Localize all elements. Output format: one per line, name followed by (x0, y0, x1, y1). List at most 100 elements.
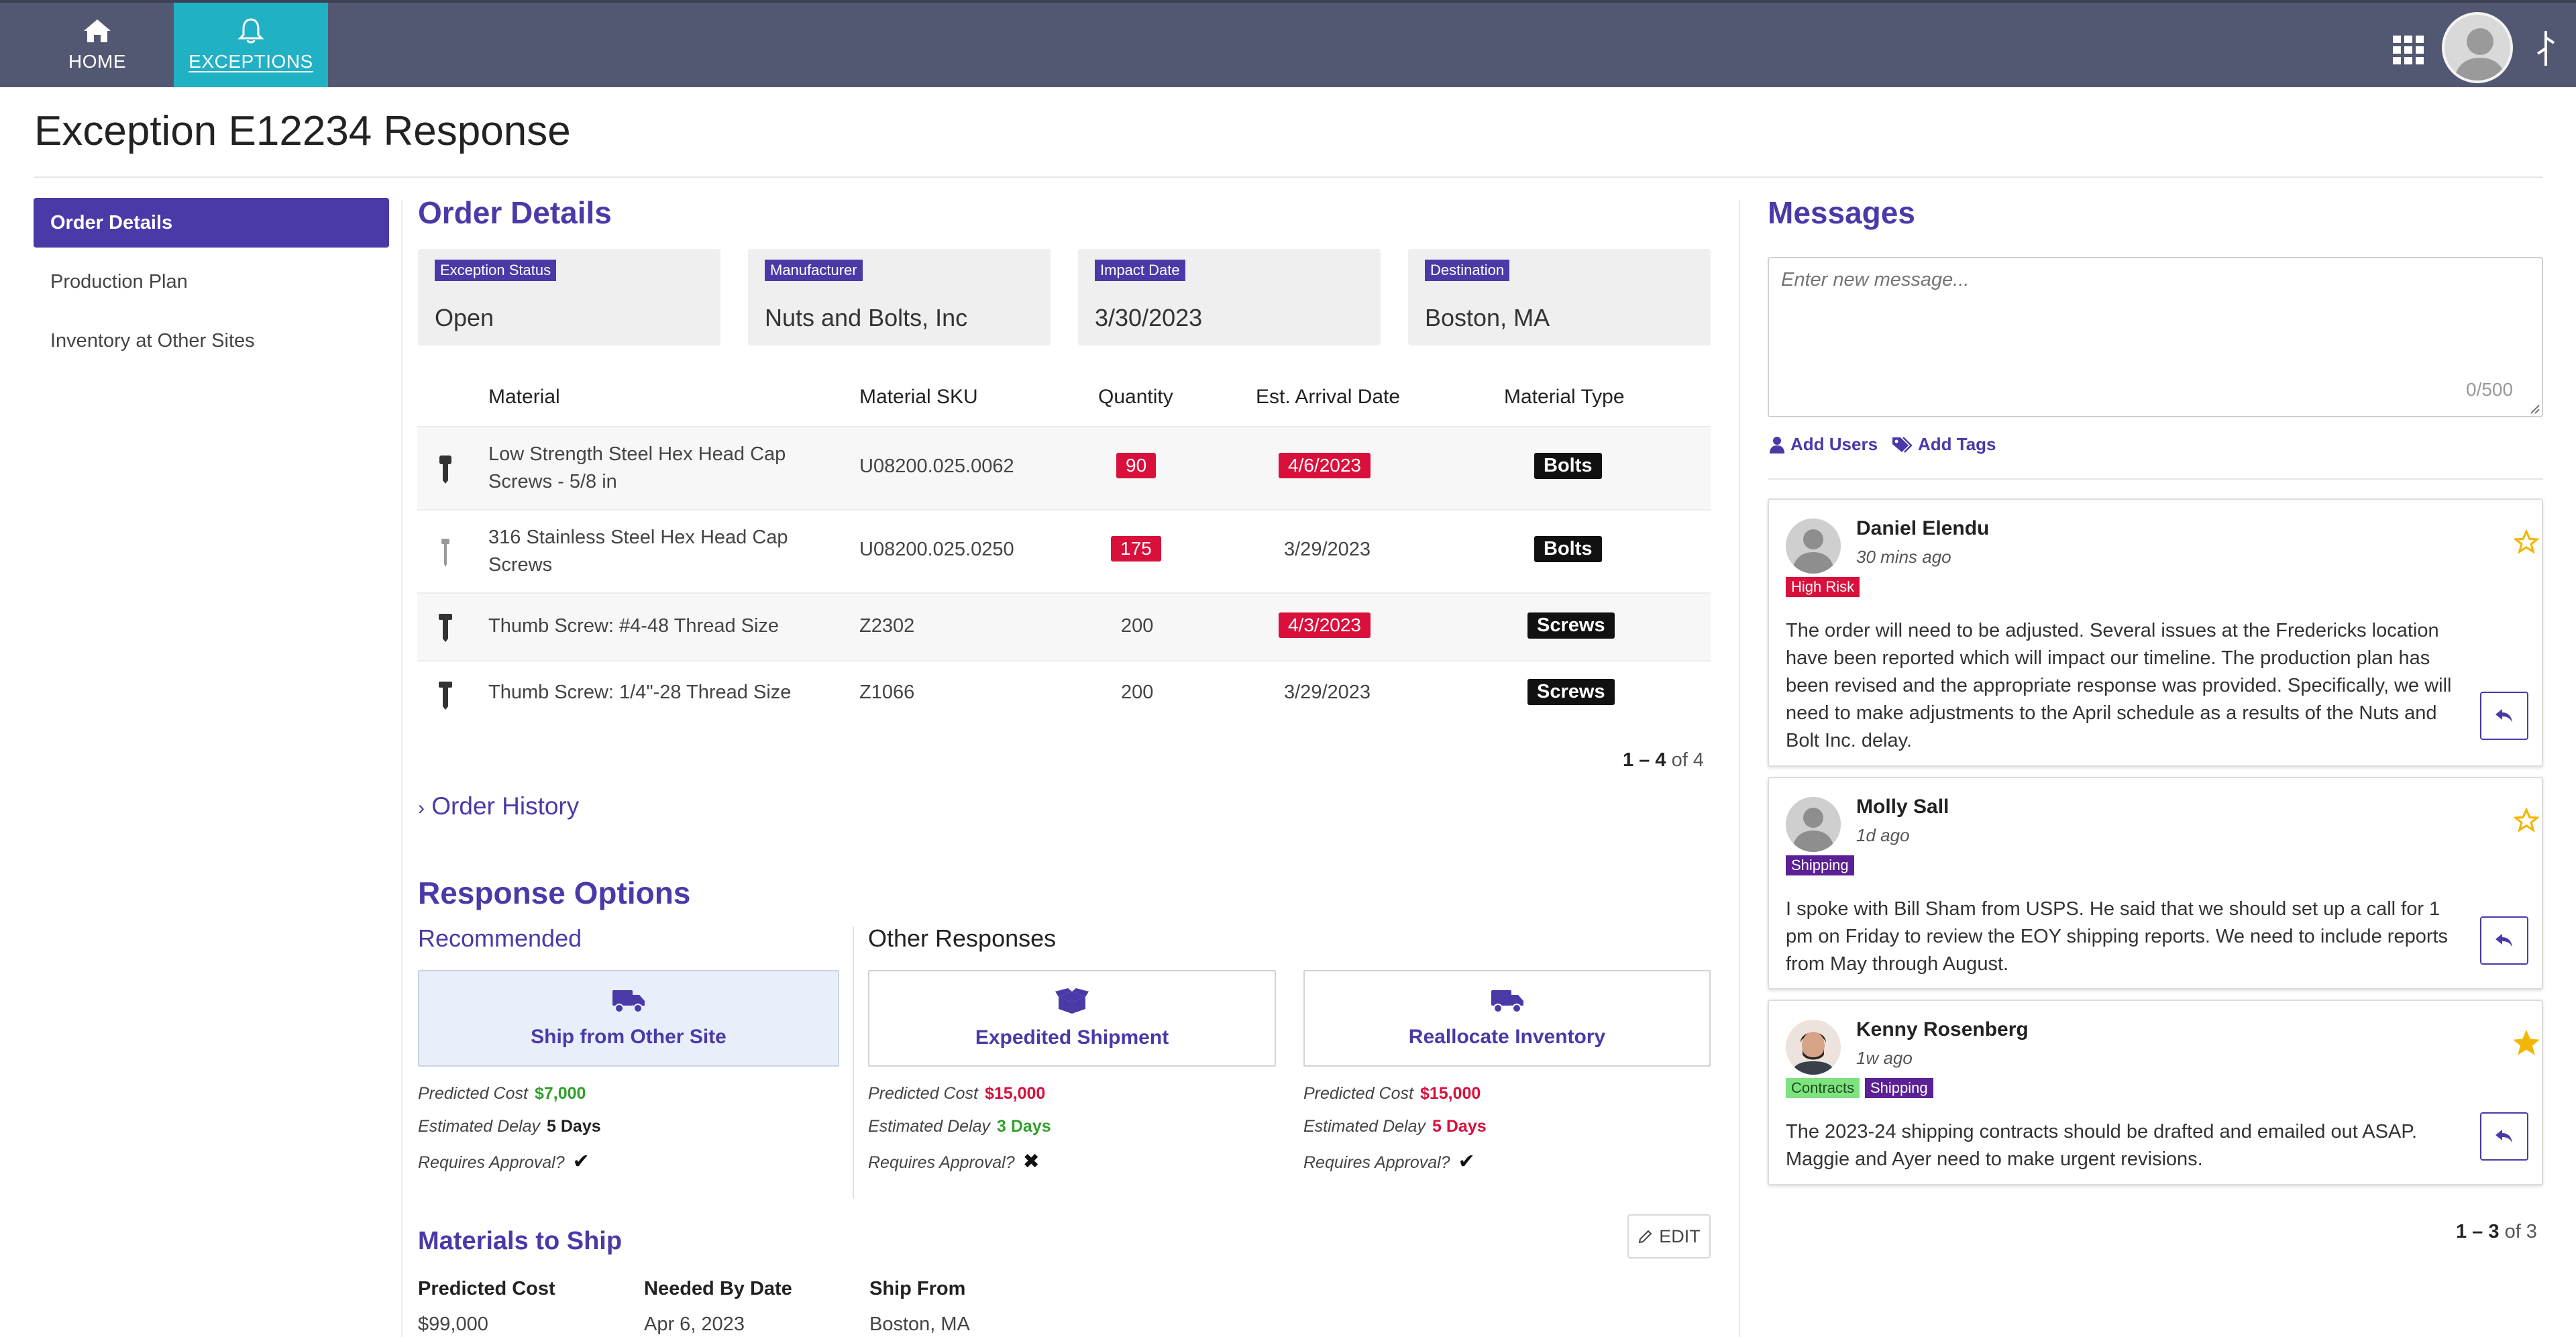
nav-home-tab[interactable]: HOME (20, 3, 174, 87)
add-users-button[interactable]: Add Users (1769, 434, 1878, 455)
delay-value: 3 Days (997, 1117, 1051, 1136)
estimated-delay-line: Estimated Delay 3 Days (868, 1117, 1051, 1136)
message-body: The order will need to be adjusted. Seve… (1786, 620, 2452, 751)
tag-high-risk: High Risk (1786, 577, 1860, 597)
column-divider (401, 200, 402, 1337)
logout-icon[interactable] (2534, 28, 2558, 68)
card-label: Manufacturer (765, 260, 863, 281)
quantity-value: 200 (1121, 682, 1154, 703)
resize-handle-icon[interactable] (2530, 404, 2540, 415)
pager-total: of 4 (1671, 749, 1704, 771)
column-header-material[interactable]: Material (488, 386, 560, 409)
delay-value: 5 Days (1432, 1117, 1487, 1136)
field-value: $99,000 (418, 1314, 488, 1335)
material-sku: U08200.025.0062 (859, 456, 1014, 477)
order-details-title: Order Details (418, 195, 612, 230)
material-type-badge: Screws (1527, 679, 1615, 705)
checkmark-icon: ✔ (1458, 1151, 1475, 1173)
message-card: Daniel Elendu 30 mins ago High Risk The … (1768, 498, 2543, 767)
order-history-label: Order History (431, 792, 580, 820)
material-type-badge: Bolts (1534, 453, 1602, 479)
message-card: Kenny Rosenberg 1w ago Contracts Shippin… (1768, 1000, 2543, 1185)
predicted-cost-line: Predicted Cost $15,000 (868, 1084, 1045, 1104)
summary-card-manufacturer: Manufacturer Nuts and Bolts, Inc (748, 249, 1051, 345)
thumb-screw-icon (439, 682, 452, 710)
card-value: 3/30/2023 (1095, 304, 1203, 331)
sidebar-nav: Order Details Production Plan Inventory … (34, 198, 389, 375)
option-reallocate-inventory[interactable]: Reallocate Inventory (1303, 970, 1711, 1067)
reply-button[interactable] (2480, 692, 2528, 740)
option-ship-from-other-site[interactable]: Ship from Other Site (418, 970, 839, 1067)
predicted-cost-line: Predicted Cost $15,000 (1303, 1084, 1481, 1104)
approval-label: Requires Approval? (1303, 1153, 1450, 1172)
materials-table-header: Material Material SKU Quantity Est. Arri… (417, 376, 1711, 426)
column-header-sku[interactable]: Material SKU (859, 386, 978, 409)
table-row[interactable]: Thumb Screw: #4-48 Thread Size Z2302 200… (417, 592, 1711, 660)
order-history-toggle[interactable]: › Order History (418, 792, 579, 820)
table-pager: 1 – 4 of 4 (1623, 749, 1704, 771)
thumb-screw-icon (439, 614, 452, 642)
user-silhouette-icon (2445, 15, 2510, 81)
requires-approval-line: Requires Approval? ✔ (418, 1150, 590, 1173)
truck-icon (612, 990, 645, 1013)
chevron-right-icon: › (418, 797, 425, 819)
user-silhouette-icon (1786, 797, 1841, 852)
column-header-quantity[interactable]: Quantity (1098, 386, 1173, 409)
edit-button[interactable]: EDIT (1627, 1214, 1711, 1259)
new-message-input[interactable] (1768, 257, 2543, 417)
message-time: 1w ago (1856, 1048, 1913, 1068)
user-icon (1770, 436, 1784, 453)
add-tags-button[interactable]: Add Tags (1891, 434, 1996, 455)
apps-grid-icon[interactable] (2393, 36, 2426, 64)
quantity-alert-badge: 175 (1111, 536, 1161, 561)
cost-label: Predicted Cost (1303, 1084, 1413, 1103)
reply-icon (2496, 709, 2512, 723)
user-avatar[interactable] (2442, 12, 2513, 83)
card-label: Impact Date (1095, 260, 1185, 281)
material-name: 316 Stainless Steel Hex Head Cap Screws (488, 527, 788, 576)
cost-value: $7,000 (534, 1084, 586, 1103)
top-nav-bar: HOME EXCEPTIONS (0, 0, 2576, 87)
sidebar-item-production-plan[interactable]: Production Plan (34, 257, 389, 307)
table-row[interactable]: 316 Stainless Steel Hex Head Cap Screws … (417, 509, 1711, 592)
star-outline-icon[interactable] (2514, 529, 2539, 555)
character-counter: 0/500 (2466, 379, 2514, 400)
cost-label: Predicted Cost (868, 1084, 978, 1103)
table-row[interactable]: Thumb Screw: 1/4"-28 Thread Size Z1066 2… (417, 660, 1711, 728)
messages-title: Messages (1768, 195, 1915, 230)
field-label: Predicted Cost (418, 1278, 555, 1299)
summary-card-impact-date: Impact Date 3/30/2023 (1078, 249, 1381, 345)
field-value: Apr 6, 2023 (644, 1314, 745, 1335)
reply-button[interactable] (2480, 1112, 2528, 1161)
message-author: Kenny Rosenberg (1856, 1018, 2029, 1040)
sidebar-item-inventory-other-sites[interactable]: Inventory at Other Sites (34, 316, 389, 366)
option-name: Ship from Other Site (531, 1026, 727, 1048)
page-title: Exception E12234 Response (34, 108, 571, 154)
hex-bolt-icon (439, 456, 451, 484)
star-outline-icon[interactable] (2514, 808, 2539, 833)
card-value: Boston, MA (1425, 304, 1550, 331)
column-header-type[interactable]: Material Type (1504, 386, 1625, 409)
table-row[interactable]: Low Strength Steel Hex Head Cap Screws -… (417, 426, 1711, 509)
column-header-arrival[interactable]: Est. Arrival Date (1256, 386, 1400, 409)
star-filled-icon[interactable] (2514, 1030, 2539, 1056)
header-divider (34, 176, 2543, 178)
message-card: Molly Sall 1d ago Shipping I spoke with … (1768, 777, 2543, 990)
bell-icon (237, 18, 264, 44)
nav-exceptions-tab[interactable]: EXCEPTIONS (174, 3, 328, 87)
arrival-alert-badge: 4/3/2023 (1279, 612, 1371, 638)
cost-value: $15,000 (1419, 1084, 1481, 1103)
reply-icon (2496, 1130, 2512, 1143)
arrival-date: 3/29/2023 (1284, 682, 1371, 703)
option-expedited-shipment[interactable]: Expedited Shipment (868, 970, 1276, 1067)
approval-label: Requires Approval? (868, 1153, 1015, 1172)
avatar (1786, 797, 1841, 852)
reply-button[interactable] (2480, 916, 2528, 965)
response-options-title: Response Options (418, 875, 691, 910)
sidebar-item-order-details[interactable]: Order Details (34, 198, 389, 248)
card-label: Exception Status (435, 260, 557, 281)
column-divider (1739, 200, 1740, 1337)
user-silhouette-icon (1786, 519, 1841, 574)
delay-label: Estimated Delay (418, 1117, 541, 1136)
cost-label: Predicted Cost (418, 1084, 528, 1103)
